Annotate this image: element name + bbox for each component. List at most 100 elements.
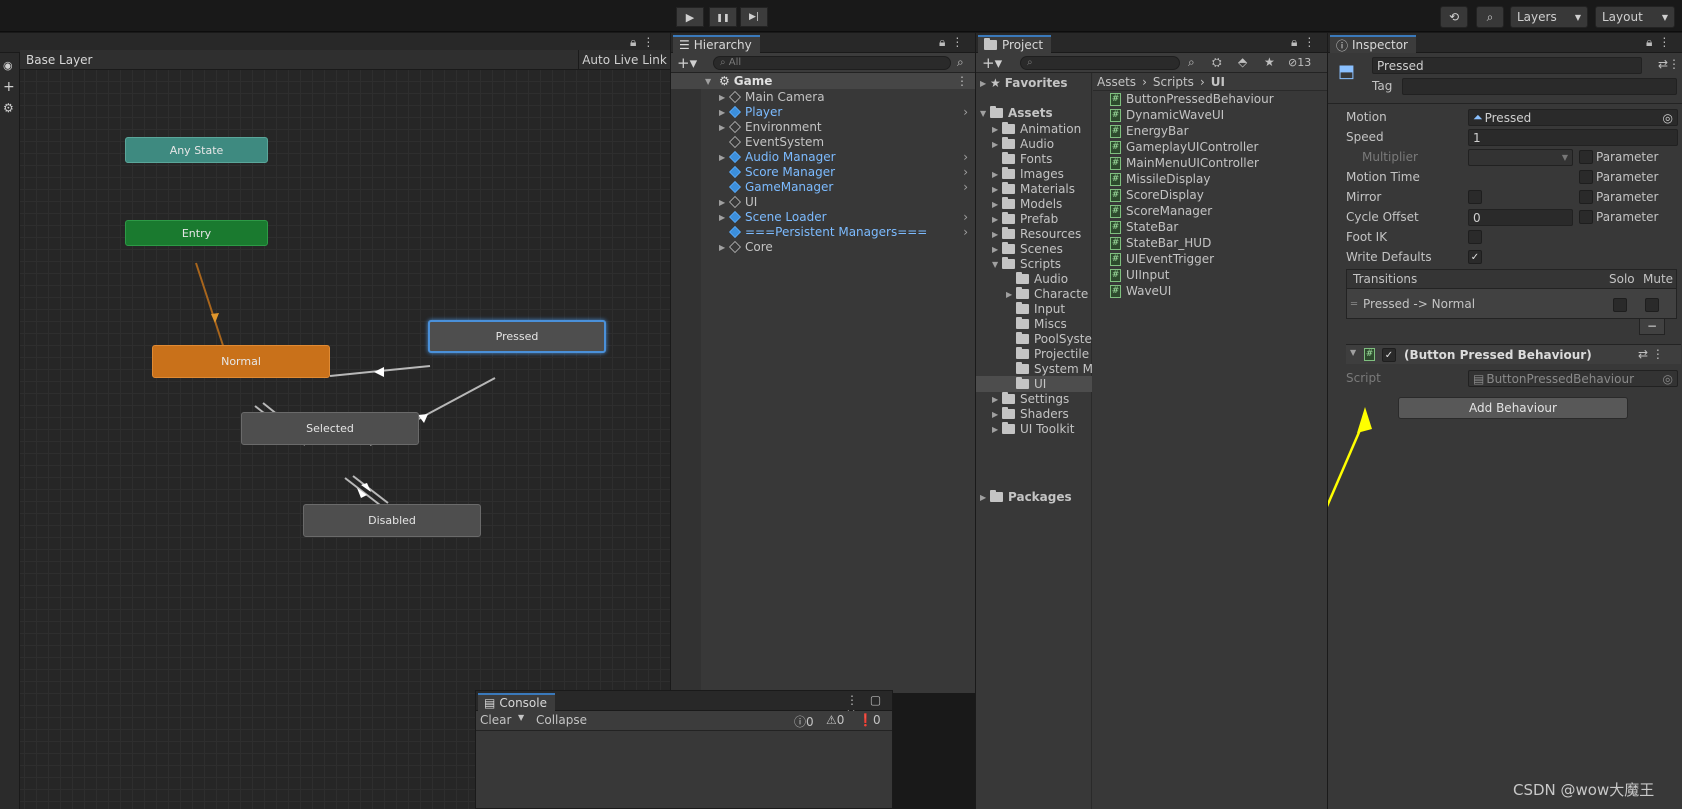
state-pressed[interactable]: Pressed [428, 320, 606, 353]
file-item[interactable]: # ScoreManager [1110, 203, 1324, 219]
state-selected[interactable]: Selected [241, 412, 419, 445]
folder-item[interactable]: Input [976, 301, 1092, 317]
expand-icon[interactable]: ▶ [992, 170, 1002, 179]
breadcrumb-assets[interactable]: Assets [1097, 75, 1136, 89]
folder-item[interactable]: ▶ Resources [976, 226, 1092, 242]
info-count-toggle[interactable]: ⓘ0 [794, 713, 814, 730]
hidden-packages-button[interactable]: ⊘13 [1288, 56, 1311, 69]
open-prefab-icon[interactable]: › [963, 150, 968, 164]
search-by-type-icon[interactable]: ⌕ [1188, 55, 1195, 70]
expand-icon[interactable]: ▶ [980, 79, 990, 88]
folder-item[interactable]: ▶ Scenes [976, 241, 1092, 257]
file-item[interactable]: # UIEventTrigger [1110, 251, 1324, 267]
file-item[interactable]: # MainMenuUIController [1110, 155, 1324, 171]
star-icon[interactable]: ★ [1264, 55, 1275, 69]
scene-row[interactable]: ▼ ⚙ Game ⋮ [671, 73, 976, 89]
state-normal[interactable]: Normal [152, 345, 330, 378]
folder-item[interactable]: ▶ Characte [976, 286, 1092, 302]
folder-item[interactable]: Projectile [976, 346, 1092, 362]
hierarchy-item[interactable]: ▶ Player › [671, 104, 976, 120]
tab-hierarchy[interactable]: ☰ Hierarchy [673, 35, 760, 53]
expand-icon[interactable]: ▶ [719, 213, 729, 222]
file-item[interactable]: # EnergyBar [1110, 123, 1324, 139]
hierarchy-item[interactable]: EventSystem [671, 134, 976, 150]
expand-icon[interactable]: ▶ [992, 200, 1002, 209]
expand-icon[interactable]: ▶ [992, 140, 1002, 149]
hierarchy-item[interactable]: ▶ Environment [671, 119, 976, 135]
open-prefab-icon[interactable]: › [963, 105, 968, 119]
file-item[interactable]: # MissileDisplay [1110, 171, 1324, 187]
folder-item[interactable]: ▶ Animation [976, 121, 1092, 137]
tab-project[interactable]: Project [978, 35, 1052, 53]
hierarchy-item[interactable]: Score Manager › [671, 164, 976, 180]
expand-icon[interactable]: ▶ [992, 125, 1002, 134]
folder-item[interactable]: PoolSyste [976, 331, 1092, 347]
open-prefab-icon[interactable]: › [963, 210, 968, 224]
hierarchy-item[interactable]: ▶ Core [671, 239, 976, 255]
expand-icon[interactable]: ▶ [719, 243, 729, 252]
clear-options-icon[interactable]: ▼ [518, 713, 524, 722]
file-item[interactable]: # StateBar [1110, 219, 1324, 235]
hierarchy-item[interactable]: ▶ Audio Manager › [671, 149, 976, 165]
breadcrumb-ui[interactable]: UI [1211, 75, 1225, 89]
favorites-row[interactable]: ▶ ★ Favorites [980, 75, 1092, 91]
expand-icon[interactable]: ▶ [719, 93, 729, 102]
layers-dropdown[interactable]: Layers ▼ [1510, 6, 1588, 28]
hierarchy-item[interactable]: ▶ Scene Loader › [671, 209, 976, 225]
folder-item[interactable]: ▶ Prefab [976, 211, 1092, 227]
expand-icon[interactable]: ▶ [980, 493, 990, 502]
create-add-button[interactable]: +▾ [982, 54, 1002, 72]
selected-to-disabled-transition[interactable] [344, 477, 381, 506]
expand-icon[interactable]: ▼ [992, 260, 1002, 269]
open-prefab-icon[interactable]: › [963, 180, 968, 194]
folder-item[interactable]: ▶ Models [976, 196, 1092, 212]
breadcrumb-scripts[interactable]: Scripts [1153, 75, 1194, 89]
file-item[interactable]: # ScoreDisplay [1110, 187, 1324, 203]
folder-item[interactable]: ▶ UI Toolkit [976, 421, 1092, 437]
expand-icon[interactable]: ▶ [719, 198, 729, 207]
play-button[interactable]: ▶ [676, 7, 704, 27]
folder-item[interactable]: System M [976, 361, 1092, 377]
expand-icon[interactable]: ▶ [992, 230, 1002, 239]
error-count-toggle[interactable]: ❗0 [858, 713, 881, 727]
expand-icon[interactable]: ▶ [719, 153, 729, 162]
project-search-input[interactable]: ⌕ [1020, 56, 1180, 70]
step-button[interactable]: ▶| [740, 7, 768, 27]
expand-icon[interactable]: ▶ [719, 108, 729, 117]
state-disabled[interactable]: Disabled [303, 504, 481, 537]
warning-count-toggle[interactable]: ⚠0 [826, 713, 844, 727]
assets-row[interactable]: ▼ Assets [980, 105, 1092, 121]
state-any-state[interactable]: Any State [125, 137, 268, 163]
expand-icon[interactable]: ▶ [992, 395, 1002, 404]
search-button[interactable]: ⌕ [1476, 6, 1504, 28]
folder-item[interactable]: ▼ Scripts [976, 256, 1092, 272]
file-item[interactable]: # StateBar_HUD [1110, 235, 1324, 251]
file-item[interactable]: # DynamicWaveUI [1110, 107, 1324, 123]
hierarchy-item[interactable]: ▶ Main Camera [671, 89, 976, 105]
folder-item[interactable]: ▶ Materials [976, 181, 1092, 197]
file-item[interactable]: # WaveUI [1110, 283, 1324, 299]
expand-icon[interactable]: ▶ [992, 185, 1002, 194]
history-button[interactable]: ⟲ [1440, 6, 1468, 28]
folder-item[interactable]: ▶ Shaders [976, 406, 1092, 422]
packages-row[interactable]: ▶ Packages [980, 489, 1092, 505]
label-icon[interactable]: ⬘ [1238, 55, 1247, 69]
folder-item[interactable]: Audio [976, 271, 1092, 287]
clear-button[interactable]: Clear [480, 713, 511, 727]
tab-console[interactable]: ▤ Console [478, 693, 555, 711]
expand-icon[interactable]: ▶ [719, 123, 729, 132]
folder-item[interactable]: ▶ Settings [976, 391, 1092, 407]
open-prefab-icon[interactable]: › [963, 165, 968, 179]
expand-icon[interactable]: ▶ [992, 410, 1002, 419]
folder-item[interactable]: ▶ Audio [976, 136, 1092, 152]
filter-by-type-icon[interactable]: ⛭ [1212, 55, 1222, 70]
create-add-button[interactable]: +▾ [677, 54, 697, 72]
more-options-icon[interactable]: ⋮ [956, 74, 968, 88]
folder-item[interactable]: UI [976, 376, 1092, 392]
expand-icon[interactable]: ▶ [992, 215, 1002, 224]
layout-dropdown[interactable]: Layout ▼ [1595, 6, 1675, 28]
expand-icon[interactable]: ▶ [1006, 290, 1016, 299]
hierarchy-item[interactable]: GameManager › [671, 179, 976, 195]
expand-icon[interactable]: ▼ [705, 77, 715, 86]
state-entry[interactable]: Entry [125, 220, 268, 246]
